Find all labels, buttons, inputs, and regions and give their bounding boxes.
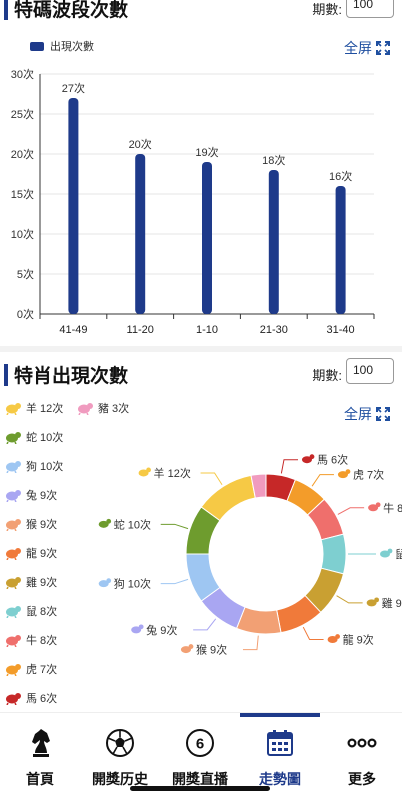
- donut-slice-label: 兔 9次: [146, 623, 177, 637]
- number-six-ball-icon: 6: [184, 727, 216, 759]
- bar-section-header: 特碼波段次數 期數: 100: [0, 0, 402, 28]
- 龍-slice-icon: [327, 634, 340, 644]
- snake-icon: [6, 432, 21, 444]
- soccer-ball-icon: [104, 727, 136, 759]
- zodiac-legend-item[interactable]: 羊 12次: [4, 398, 63, 418]
- label-leader-line: [160, 523, 189, 530]
- donut-slice-label: 狗 10次: [114, 577, 151, 591]
- legend-swatch: [30, 41, 44, 51]
- y-tick-label: 20次: [11, 147, 34, 161]
- donut-slice-label: 猴 9次: [196, 643, 227, 657]
- 雞-slice-icon: [366, 597, 380, 607]
- legend-label: 出現次數: [50, 41, 94, 53]
- 馬-slice-icon: [301, 454, 315, 464]
- bar-data-label: 18次: [262, 153, 285, 167]
- expand-icon: [376, 407, 390, 421]
- bar[interactable]: [68, 98, 79, 314]
- tab-home[interactable]: 首頁: [0, 713, 80, 800]
- bar-data-label: 19次: [195, 145, 218, 159]
- label-leader-line: [302, 626, 324, 641]
- y-tick-label: 0次: [17, 307, 34, 321]
- goat-icon: [6, 403, 21, 415]
- y-tick-label: 30次: [11, 67, 34, 81]
- pig-icon: [78, 403, 93, 415]
- 虎-slice-icon: [337, 469, 351, 479]
- y-tick-label: 10次: [11, 227, 34, 241]
- x-tick-label: 11-20: [127, 324, 154, 336]
- donut-slice-label: 鼠 8次: [395, 547, 402, 561]
- donut-slice-label: 虎 7次: [353, 468, 384, 482]
- bar-legend[interactable]: 出現次數: [30, 38, 94, 54]
- fullscreen-label: 全屏: [344, 406, 372, 422]
- period-input[interactable]: 100: [346, 358, 394, 384]
- expand-icon: [376, 41, 390, 55]
- bar[interactable]: [202, 162, 212, 314]
- label-leader-line: [193, 618, 217, 631]
- period-label: 期數:: [312, 2, 342, 17]
- bar-fullscreen-button[interactable]: 全屏: [344, 38, 390, 58]
- label-leader-line: [160, 578, 189, 585]
- bar[interactable]: [335, 186, 346, 314]
- label-leader-line: [337, 507, 365, 515]
- label-leader-line: [280, 459, 298, 474]
- 猴-slice-icon: [180, 644, 194, 654]
- zodiac-fullscreen-button[interactable]: 全屏: [344, 404, 390, 424]
- bar-data-label: 16次: [329, 169, 352, 183]
- fullscreen-label: 全屏: [344, 40, 372, 56]
- y-tick-label: 15次: [11, 187, 34, 201]
- zodiac-legend-label: 蛇 10次: [26, 432, 64, 444]
- 鼠-slice-icon: [380, 548, 393, 558]
- zodiac-legend-label: 羊 12次: [26, 403, 64, 415]
- bar-section-title: 特碼波段次數: [14, 0, 129, 21]
- zodiac-legend-label: 豬 3次: [98, 403, 130, 415]
- section-accent-bar: [4, 0, 8, 20]
- y-tick-label: 25次: [11, 107, 34, 121]
- bar[interactable]: [268, 170, 279, 314]
- bar-data-label: 27次: [62, 81, 85, 95]
- x-tick-label: 41-49: [59, 324, 87, 336]
- chess-knight-icon: [24, 727, 56, 759]
- 牛-slice-icon: [368, 502, 381, 512]
- zodiac-legend-item[interactable]: 蛇 10次: [4, 427, 63, 447]
- y-tick-label: 5次: [17, 267, 34, 281]
- label-leader-line: [242, 635, 259, 651]
- label-leader-line: [200, 472, 223, 486]
- 蛇-slice-icon: [98, 518, 112, 528]
- section-divider: [0, 346, 402, 352]
- tab-more[interactable]: 更多: [322, 713, 402, 800]
- tab-label: 更多: [348, 771, 376, 787]
- zodiac-section-header: 特肖出現次數 期數: 100: [0, 358, 402, 394]
- 狗-slice-icon: [98, 578, 112, 588]
- donut-slice-label: 蛇 10次: [114, 517, 151, 531]
- donut-slice-label: 龍 9次: [343, 633, 374, 647]
- period-input[interactable]: 100: [346, 0, 394, 18]
- bar[interactable]: [135, 154, 146, 314]
- x-tick-label: 21-30: [260, 324, 288, 336]
- ball-number: 6: [196, 736, 204, 753]
- donut-slice-label: 牛 8次: [383, 501, 402, 515]
- zodiac-donut-chart: 馬 6次虎 7次牛 8次鼠 8次雞 9次龍 9次猴 9次 兔 9次 狗 10次 蛇 1…: [98, 453, 402, 657]
- zodiac-legend-item[interactable]: 豬 3次: [76, 398, 129, 418]
- tab-label: 首頁: [26, 771, 54, 787]
- bar-data-label: 20次: [129, 137, 152, 151]
- label-leader-line: [336, 595, 363, 604]
- 兔-slice-icon: [131, 624, 144, 634]
- bar-chart: 0次 5次 10次 15次 20次 25次 30次 27次 41-49 20次 11-20 19次 1-…: [11, 67, 375, 336]
- section-accent-bar: [4, 364, 8, 386]
- more-dots-icon: [346, 727, 378, 759]
- x-tick-label: 31-40: [327, 324, 355, 336]
- 羊-slice-icon: [138, 467, 151, 477]
- donut-slice-label: 羊 12次: [154, 466, 191, 480]
- donut-slice-label: 馬 6次: [317, 453, 348, 467]
- donut-slice[interactable]: [320, 533, 347, 575]
- donut-slice-label: 雞 9次: [382, 596, 402, 610]
- home-indicator: [130, 786, 270, 791]
- x-tick-label: 1-10: [196, 324, 218, 336]
- zodiac-section-title: 特肖出現次數: [14, 366, 129, 387]
- period-label: 期數:: [312, 368, 342, 383]
- calendar-icon: [264, 727, 296, 759]
- label-leader-line: [311, 474, 334, 487]
